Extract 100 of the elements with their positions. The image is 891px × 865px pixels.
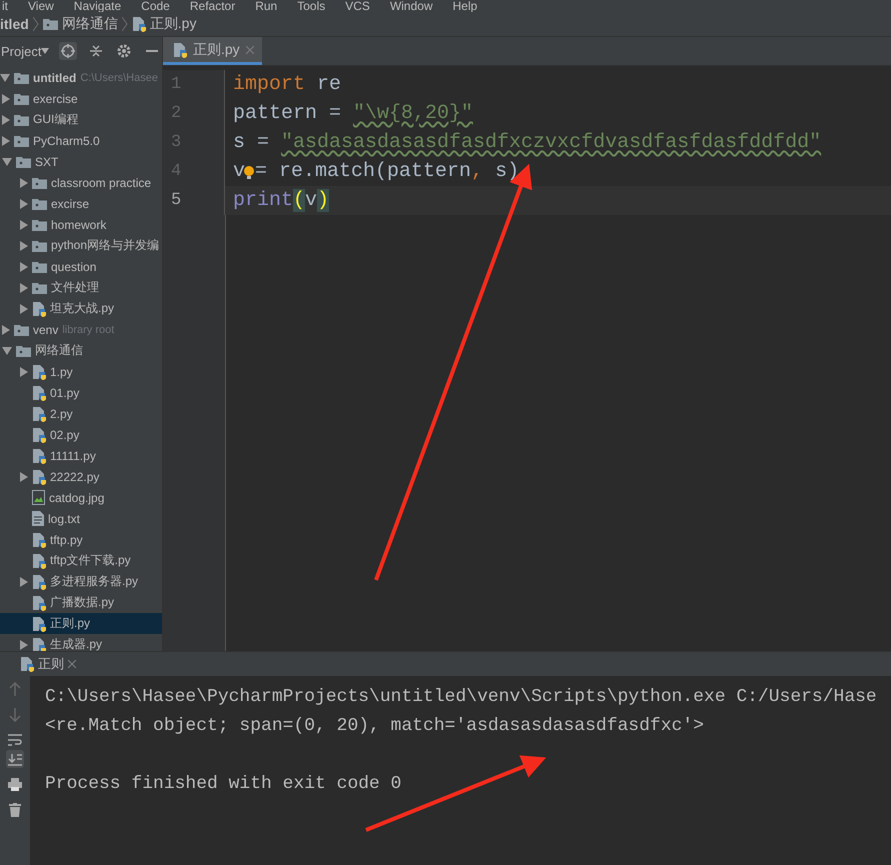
- python-file-icon: [32, 468, 46, 484]
- expand-arrow-icon[interactable]: [20, 366, 28, 376]
- folder-icon: [14, 72, 29, 84]
- python-file-icon: [32, 384, 46, 400]
- tree-item[interactable]: GUI编程: [0, 109, 162, 130]
- tree-item[interactable]: 2.py: [0, 403, 162, 424]
- python-file-icon: [32, 300, 46, 316]
- folder-icon: [32, 240, 47, 252]
- menu-item[interactable]: Run: [255, 0, 278, 12]
- tree-item[interactable]: 01.py: [0, 382, 162, 403]
- folder-icon: [32, 260, 47, 272]
- tree-item[interactable]: 02.py: [0, 424, 162, 445]
- expand-arrow-icon[interactable]: [20, 472, 28, 482]
- folder-icon: [42, 18, 58, 30]
- python-file-icon: [32, 532, 46, 548]
- python-file-icon: [32, 448, 46, 464]
- soft-wrap-icon[interactable]: [8, 734, 22, 746]
- tree-item[interactable]: PyCharm5.0: [0, 130, 162, 151]
- folder-icon: [16, 156, 31, 168]
- scroll-to-end-icon[interactable]: [6, 750, 24, 768]
- python-file-icon: [32, 406, 46, 422]
- menu-item[interactable]: Tools: [297, 0, 326, 12]
- python-file-icon: [132, 16, 146, 32]
- code-line: print(v): [232, 189, 330, 212]
- expand-arrow-icon[interactable]: [20, 640, 28, 650]
- menu-item[interactable]: Refactor: [190, 0, 236, 12]
- path-hint: C:\Users\Hasee: [80, 72, 158, 84]
- tree-item[interactable]: 22222.py: [0, 466, 162, 487]
- expand-arrow-icon[interactable]: [20, 178, 28, 188]
- breadcrumb-separator-icon: [122, 17, 128, 31]
- text-file-icon: [32, 511, 44, 526]
- menu-item[interactable]: VCS: [345, 0, 370, 12]
- python-file-icon: [32, 616, 46, 632]
- tree-item[interactable]: untitled C:\Users\Hasee: [0, 67, 162, 88]
- tree-item[interactable]: 网络通信: [0, 340, 162, 361]
- expand-arrow-icon[interactable]: [20, 282, 28, 292]
- tree-item[interactable]: question: [0, 256, 162, 277]
- tree-item[interactable]: 1.py: [0, 361, 162, 382]
- menu-item[interactable]: it: [2, 0, 8, 12]
- console-output-line: <re.Match object; span=(0, 20), match='asdasasdasasdfasdfxc'>: [45, 714, 705, 738]
- collapse-arrow-icon[interactable]: [2, 158, 12, 166]
- tree-item[interactable]: 文件处理: [0, 277, 162, 298]
- breadcrumb-separator-icon: [32, 17, 39, 31]
- tree-item[interactable]: log.txt: [0, 508, 162, 529]
- python-file-icon: [20, 656, 34, 672]
- expand-arrow-icon[interactable]: [2, 324, 10, 334]
- folder-icon: [14, 134, 29, 146]
- tree-item[interactable]: excirse: [0, 193, 162, 214]
- python-file-icon: [32, 594, 46, 610]
- expand-arrow-icon[interactable]: [20, 304, 28, 314]
- tree-item[interactable]: classroom practice: [0, 172, 162, 193]
- tree-item[interactable]: tftp.py: [0, 529, 162, 550]
- image-file-icon: [32, 490, 45, 505]
- tree-item[interactable]: SXT: [0, 151, 162, 172]
- menu-item[interactable]: View: [28, 0, 54, 12]
- run-tab[interactable]: 正则: [20, 655, 76, 673]
- project-view-dropdown[interactable]: Project: [0, 44, 50, 58]
- breadcrumb-item[interactable]: itled: [0, 16, 29, 32]
- expand-arrow-icon[interactable]: [2, 114, 10, 124]
- expand-arrow-icon[interactable]: [20, 198, 28, 208]
- tree-item[interactable]: 生成器.py: [0, 634, 162, 651]
- tree-item[interactable]: venv library root: [0, 319, 162, 340]
- breadcrumb-item[interactable]: 正则.py: [150, 15, 196, 33]
- expand-arrow-icon[interactable]: [20, 220, 28, 230]
- tree-item[interactable]: tftp文件下载.py: [0, 550, 162, 571]
- python-file-icon: [32, 364, 46, 380]
- close-icon[interactable]: [68, 660, 76, 668]
- tree-item[interactable]: catdog.jpg: [0, 487, 162, 508]
- code-line: pattern = "\w{8,20}": [232, 102, 474, 125]
- expand-arrow-icon[interactable]: [20, 576, 28, 586]
- collapse-arrow-icon[interactable]: [2, 346, 12, 354]
- folder-icon: [14, 114, 29, 126]
- caret-icon[interactable]: [41, 48, 50, 54]
- code-line: v = re.match(pattern, s): [232, 160, 520, 183]
- python-file-icon: [173, 42, 187, 58]
- tree-item[interactable]: exercise: [0, 88, 162, 109]
- code-line: s = "asdasasdasasdfasdfxczvxcfdvasdfasfdasfddfdd": [232, 131, 822, 154]
- trash-icon[interactable]: [9, 803, 21, 817]
- editor-tab[interactable]: 正则.py: [163, 37, 262, 65]
- menu-item[interactable]: Window: [390, 0, 433, 12]
- collapse-arrow-icon[interactable]: [0, 74, 10, 82]
- folder-icon: [32, 198, 47, 210]
- tree-item[interactable]: 坦克大战.py: [0, 298, 162, 319]
- tree-item[interactable]: 广播数据.py: [0, 592, 162, 613]
- tree-item[interactable]: 11111.py: [0, 445, 162, 466]
- console-output-line: C:\Users\Hasee\PycharmProjects\untitled\venv\Scripts\python.exe C:/Users/Hase: [45, 686, 878, 708]
- expand-arrow-icon[interactable]: [20, 240, 28, 250]
- python-file-icon: [32, 426, 46, 442]
- tree-item[interactable]: python网络与并发编: [0, 235, 162, 256]
- menu-item[interactable]: Code: [141, 0, 170, 12]
- expand-arrow-icon[interactable]: [2, 94, 10, 104]
- tree-item[interactable]: 多进程服务器.py: [0, 571, 162, 592]
- tree-item[interactable]: 正则.py: [0, 613, 162, 634]
- breadcrumb-item[interactable]: 网络通信: [62, 15, 118, 33]
- settings-icon[interactable]: [115, 42, 134, 60]
- expand-arrow-icon[interactable]: [20, 262, 28, 272]
- locate-target-icon[interactable]: [59, 42, 78, 60]
- print-icon[interactable]: [8, 778, 22, 791]
- expand-arrow-icon[interactable]: [2, 136, 10, 146]
- tree-item[interactable]: homework: [0, 214, 162, 235]
